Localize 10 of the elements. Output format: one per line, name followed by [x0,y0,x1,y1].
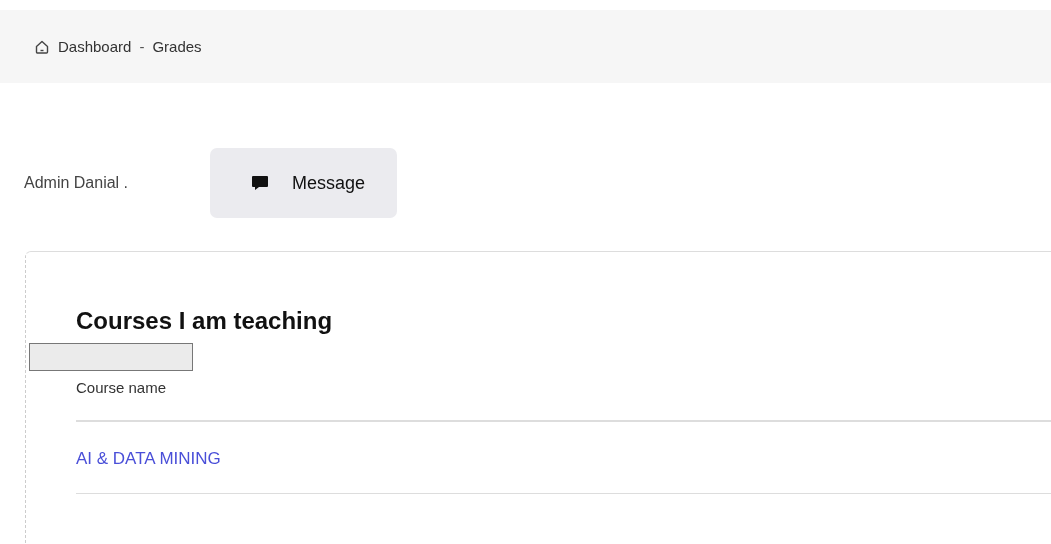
user-name: Admin Danial . [24,174,130,192]
breadcrumb-link[interactable]: Dashboard [58,38,132,55]
card-title: Courses I am teaching [76,307,334,335]
course-link[interactable]: AI & DATA MINING [76,449,221,468]
column-header: Course name [76,369,1051,421]
breadcrumb-link[interactable]: Grades [152,38,202,55]
breadcrumb-separator: - [139,38,145,55]
speech-bubble-icon [250,173,270,193]
home-icon[interactable] [34,38,50,55]
message-button[interactable]: Message [210,148,398,218]
